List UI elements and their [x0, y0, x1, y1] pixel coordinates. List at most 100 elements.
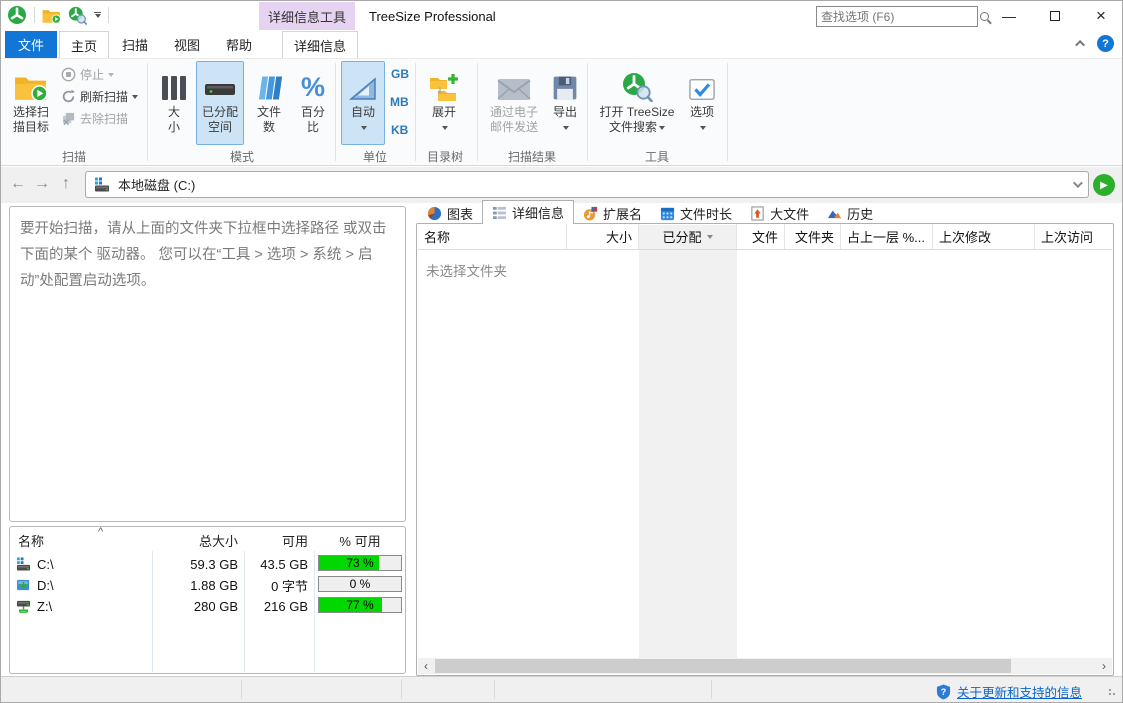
- minimize-button[interactable]: —: [986, 1, 1032, 31]
- refresh-scan-button[interactable]: 刷新扫描: [61, 87, 138, 106]
- col-files[interactable]: 文件: [737, 224, 785, 249]
- send-email-label: 通过电子邮件发送: [486, 105, 542, 135]
- instruction-panel: 要开始扫描，请从上面的文件夹下拉框中选择路径 或双击下面的某个 驱动器。 您可以…: [9, 206, 406, 522]
- col-name[interactable]: 名称: [418, 224, 567, 249]
- drive-col-name[interactable]: 名称: [18, 531, 44, 549]
- forward-button[interactable]: →: [31, 172, 53, 196]
- combobox-dropdown-icon[interactable]: [1073, 178, 1083, 188]
- export-dropdown-caret: [563, 126, 569, 130]
- tab-extensions[interactable]: 扩展名: [574, 202, 651, 224]
- status-divider: [494, 680, 495, 699]
- file-count-button[interactable]: 文件数: [248, 61, 290, 145]
- tab-chart[interactable]: 图表: [418, 202, 482, 224]
- detail-tab-bar: 图表 详细信息 扩展名 文件时长 大文件 历史: [418, 201, 882, 224]
- tab-home[interactable]: 主页: [59, 31, 109, 58]
- treesize-window: 详细信息工具 TreeSize Professional — × 文件 主页 扫…: [0, 0, 1123, 703]
- tab-view[interactable]: 视图: [161, 31, 213, 58]
- export-label: 导出: [553, 105, 577, 135]
- header-divider: [418, 249, 1112, 250]
- stop-button[interactable]: 停止: [61, 65, 114, 84]
- open-file-search-button[interactable]: 打开 TreeSize 文件搜索: [595, 61, 679, 145]
- close-icon: ×: [1096, 6, 1106, 26]
- group-separator: [477, 63, 478, 161]
- close-button[interactable]: ×: [1078, 1, 1123, 31]
- resize-grip[interactable]: [1108, 688, 1118, 698]
- start-scan-button[interactable]: ▶: [1093, 174, 1115, 196]
- refresh-scan-label: 刷新扫描: [80, 88, 128, 105]
- tab-history[interactable]: 历史: [818, 202, 882, 224]
- up-button[interactable]: ↑: [55, 172, 77, 196]
- group-separator: [335, 63, 336, 161]
- auto-text: 自动: [351, 105, 375, 119]
- treesize-search-icon[interactable]: [68, 6, 87, 25]
- up-icon: ↑: [62, 175, 70, 193]
- drive-col-total[interactable]: 总大小: [160, 531, 238, 549]
- horizontal-scrollbar[interactable]: ‹ ›: [418, 658, 1112, 674]
- free-percent-bar: 77 %: [318, 597, 402, 613]
- help-glyph: ?: [1102, 38, 1109, 50]
- send-email-button[interactable]: 通过电子邮件发送: [483, 61, 545, 145]
- scrollbar-thumb[interactable]: [435, 659, 1011, 673]
- size-mode-label: 大小: [166, 105, 182, 135]
- search-input[interactable]: [817, 10, 980, 24]
- scroll-left-arrow[interactable]: ‹: [418, 658, 434, 674]
- col-size[interactable]: 大小: [567, 224, 639, 249]
- play-icon: ▶: [1100, 180, 1108, 191]
- drive-free: 0 字节: [230, 575, 308, 595]
- stop-label: 停止: [80, 66, 104, 83]
- drive-c-icon: [16, 557, 31, 571]
- back-button[interactable]: ←: [7, 172, 29, 196]
- tab-help[interactable]: 帮助: [213, 31, 265, 58]
- path-combobox[interactable]: 本地磁盘 (C:): [85, 171, 1089, 198]
- select-scan-target-button[interactable]: 选择扫描目标: [7, 61, 55, 145]
- no-folder-selected-message: 未选择文件夹: [426, 260, 507, 280]
- unit-gb-button[interactable]: GB: [391, 67, 409, 81]
- column-divider: [152, 551, 153, 672]
- remove-scan-button[interactable]: 去除扫描: [61, 109, 128, 128]
- drive-col-free[interactable]: 可用: [250, 531, 308, 549]
- auto-dropdown-caret: [361, 126, 367, 130]
- expand-text: 展开: [432, 105, 456, 119]
- sort-asc-icon: ^: [98, 526, 103, 538]
- options-button[interactable]: 选项: [683, 61, 721, 145]
- drive-free: 43.5 GB: [230, 554, 308, 574]
- col-last-accessed[interactable]: 上次访问: [1035, 224, 1114, 249]
- tab-chart-label: 图表: [447, 204, 473, 223]
- tab-file[interactable]: 文件: [5, 31, 57, 58]
- col-percent-of-parent[interactable]: 占上一层 %...: [841, 224, 933, 249]
- auto-unit-button[interactable]: 自动: [341, 61, 385, 145]
- current-path: 本地磁盘 (C:): [118, 175, 1065, 194]
- maximize-button[interactable]: [1032, 1, 1078, 31]
- allocated-space-label: 已分配空间: [199, 105, 241, 135]
- tab-file-age[interactable]: 文件时长: [651, 202, 741, 224]
- size-mode-button[interactable]: 大小: [155, 61, 193, 145]
- detail-panel: 名称 大小 已分配 文件 文件夹 占上一层 %... 上次修改 上次访问 未选择…: [416, 223, 1114, 676]
- export-button[interactable]: 导出: [549, 61, 581, 145]
- address-row: ← → ↑ 本地磁盘 (C:) ▶: [1, 167, 1122, 203]
- scroll-right-arrow[interactable]: ›: [1096, 658, 1112, 674]
- drive-col-percent[interactable]: % 可用: [314, 531, 406, 549]
- drive-total: 280 GB: [160, 596, 238, 616]
- update-support-link[interactable]: 关于更新和支持的信息: [957, 682, 1082, 701]
- col-allocated[interactable]: 已分配: [639, 224, 737, 249]
- unit-mb-button[interactable]: MB: [390, 95, 409, 109]
- col-last-modified[interactable]: 上次修改: [933, 224, 1035, 249]
- unit-kb-button[interactable]: KB: [391, 123, 408, 137]
- help-icon[interactable]: ?: [1097, 35, 1114, 52]
- remove-scan-label: 去除扫描: [80, 110, 128, 127]
- tab-top-files[interactable]: 大文件: [741, 202, 818, 224]
- tab-details[interactable]: 详细信息: [282, 31, 358, 58]
- scan-folder-icon[interactable]: [42, 7, 61, 24]
- percent-mode-button[interactable]: % 百分比: [293, 61, 333, 145]
- customize-quick-access-icon[interactable]: [94, 12, 101, 18]
- expand-button[interactable]: 展开: [421, 61, 467, 145]
- tab-scan[interactable]: 扫描: [109, 31, 161, 58]
- tab-details[interactable]: 详细信息: [482, 200, 574, 224]
- col-folders[interactable]: 文件夹: [785, 224, 841, 249]
- allocated-space-button[interactable]: 已分配空间: [196, 61, 244, 145]
- find-options-searchbox[interactable]: [816, 6, 978, 27]
- ribbon-corner-controls: ?: [1078, 35, 1114, 52]
- separator: [34, 7, 35, 23]
- options-dropdown-caret: [700, 126, 706, 130]
- expand-label: 展开: [432, 105, 456, 135]
